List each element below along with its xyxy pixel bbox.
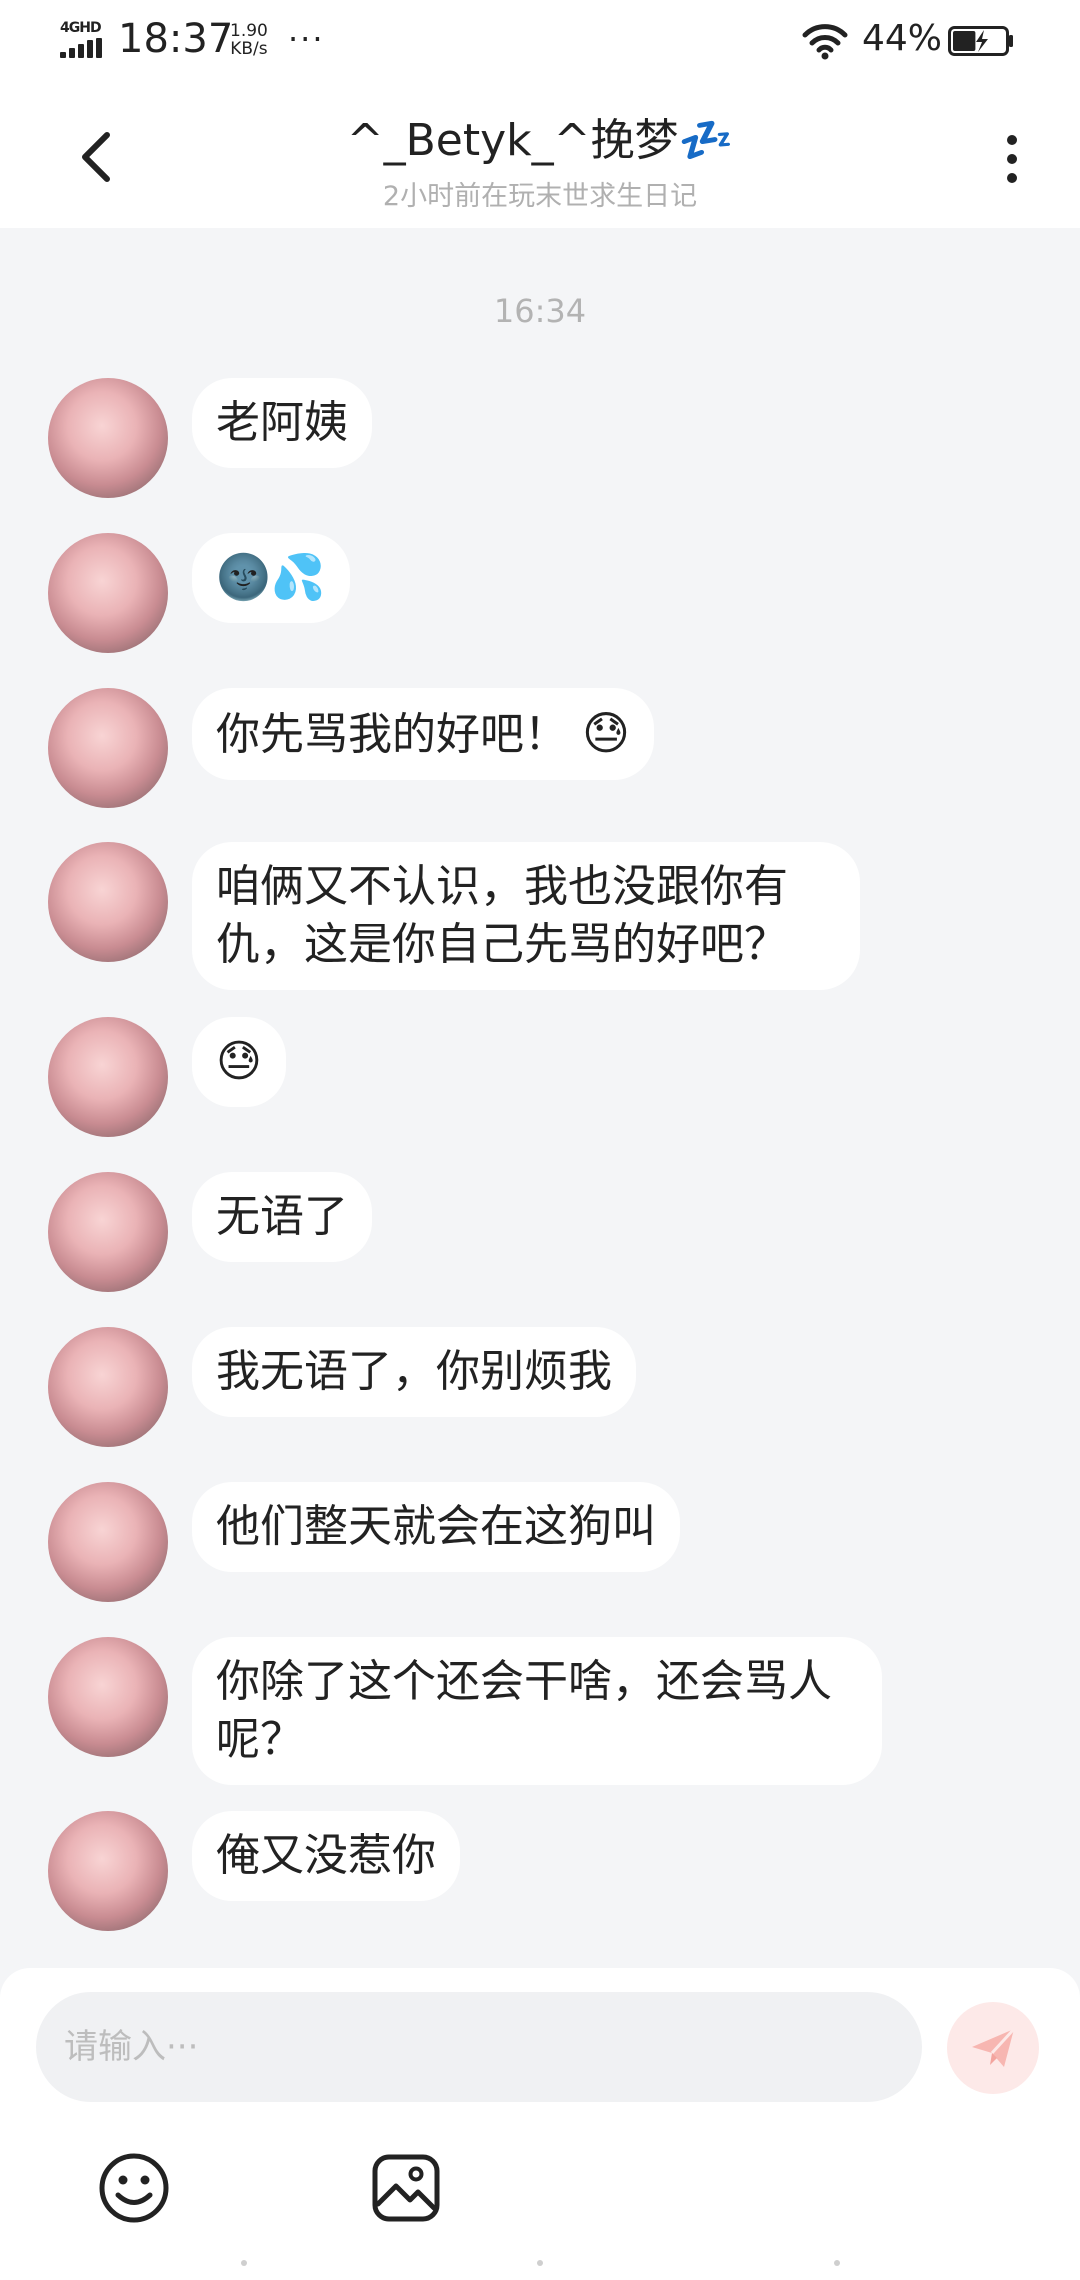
signal-icon: 4GHD xyxy=(58,20,106,60)
avatar[interactable] xyxy=(48,1482,168,1602)
wifi-icon xyxy=(802,24,848,60)
network-type: 4GHD xyxy=(60,20,102,36)
sweat-emoji-icon: 😓 xyxy=(582,706,630,760)
input-panel xyxy=(0,1968,1080,2280)
message-bubble[interactable]: 🌚💦 xyxy=(192,533,350,623)
emoji-icon[interactable] xyxy=(98,2152,170,2224)
contact-status: 2小时前在玩末世求生日记 xyxy=(382,181,698,212)
send-button[interactable] xyxy=(947,2002,1039,2094)
message-bubble[interactable]: 我无语了，你别烦我 xyxy=(192,1327,636,1417)
speed-value: 1.90 xyxy=(230,21,268,41)
clock: 18:37 xyxy=(118,16,234,62)
send-icon xyxy=(972,2027,1016,2067)
message-bubble[interactable]: 咱俩又不认识，我也没跟你有仇，这是你自己先骂的好吧？ xyxy=(192,842,860,990)
avatar[interactable] xyxy=(48,1017,168,1137)
message-bubble[interactable]: 老阿姨 xyxy=(192,378,372,468)
network-speed: 1.90 KB/s xyxy=(230,22,268,58)
avatar[interactable] xyxy=(48,1811,168,1931)
avatar[interactable] xyxy=(48,1327,168,1447)
back-button[interactable] xyxy=(60,122,130,192)
chevron-left-icon xyxy=(82,132,110,182)
more-notifications-icon: ··· xyxy=(288,20,325,58)
avatar[interactable] xyxy=(48,1172,168,1292)
image-icon[interactable] xyxy=(370,2152,442,2224)
contact-name: ^_Betyk_^挽梦💤 xyxy=(346,115,734,166)
more-options-button[interactable] xyxy=(992,124,1032,194)
status-bar: 4GHD 18:37 1.90 KB/s ··· 44% xyxy=(0,0,1080,82)
page-indicator xyxy=(0,2260,1080,2270)
avatar[interactable] xyxy=(48,1637,168,1757)
battery-percent: 44% xyxy=(862,18,943,59)
more-vertical-icon xyxy=(1007,135,1017,145)
message-bubble[interactable]: 你除了这个还会干啥，还会骂人呢？ xyxy=(192,1637,882,1785)
speed-unit: KB/s xyxy=(230,39,268,59)
message-text: 你先骂我的好吧！ xyxy=(216,709,568,760)
message-bubble[interactable]: 你先骂我的好吧！ 😓 xyxy=(192,688,654,780)
message-input-container[interactable] xyxy=(36,1992,922,2102)
battery-icon xyxy=(948,26,1013,56)
message-bubble[interactable]: 无语了 xyxy=(192,1172,372,1262)
message-input[interactable] xyxy=(62,2026,922,2068)
avatar[interactable] xyxy=(48,378,168,498)
message-bubble[interactable]: 他们整天就会在这狗叫 xyxy=(192,1482,680,1572)
chat-header: ^_Betyk_^挽梦💤 2小时前在玩末世求生日记 xyxy=(0,82,1080,228)
chat-title-area: ^_Betyk_^挽梦💤 2小时前在玩末世求生日记 xyxy=(200,104,880,213)
message-bubble[interactable]: 😓 xyxy=(192,1017,286,1107)
message-bubble[interactable]: 俺又没惹你 xyxy=(192,1811,460,1901)
avatar[interactable] xyxy=(48,842,168,962)
avatar[interactable] xyxy=(48,688,168,808)
avatar[interactable] xyxy=(48,533,168,653)
message-timestamp: 16:34 xyxy=(493,292,587,330)
